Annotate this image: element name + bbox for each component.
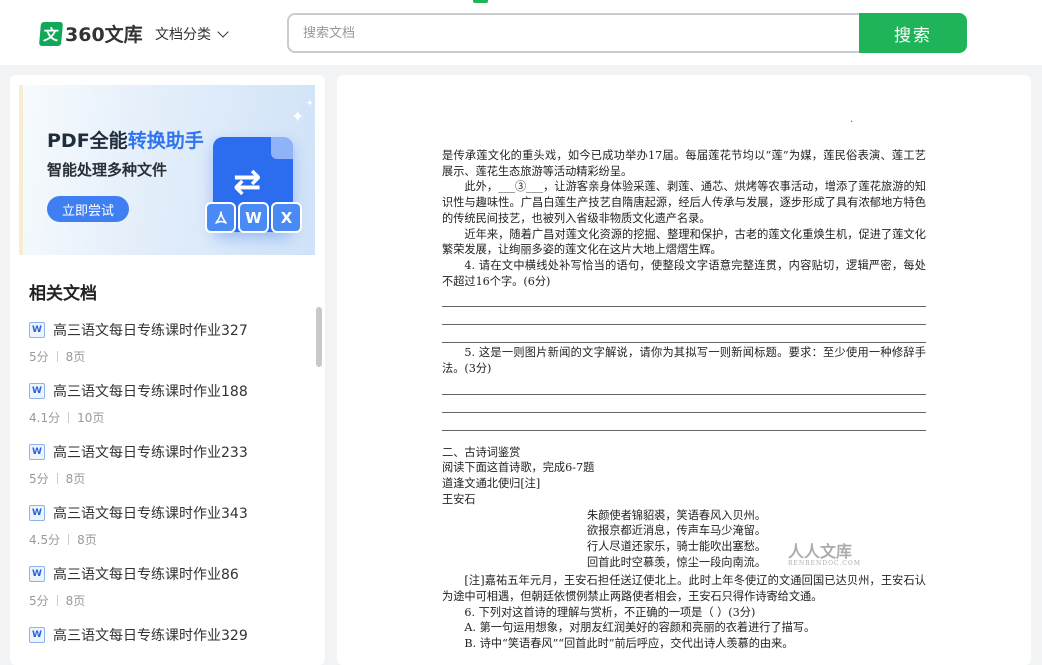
doc-pages: 8页	[77, 533, 97, 547]
poem-line: 欲报京都近消息，传声车马少淹留。	[587, 524, 767, 538]
word-icon: W	[238, 202, 269, 233]
doc-meta: 5分 8页	[29, 348, 85, 365]
doc-pages: 8页	[65, 594, 86, 608]
word-doc-icon: W	[29, 444, 45, 460]
top-indicator	[473, 0, 488, 3]
list-item[interactable]: W 高三语文每日专练课时作业327 5分 8页	[29, 317, 304, 378]
list-item[interactable]: W 高三语文每日专练课时作业86 5分 8页	[29, 561, 304, 622]
list-item[interactable]: W 高三语文每日专练课时作业343 4.5分 8页	[29, 500, 304, 561]
banner-title-prefix: PDF全能	[47, 130, 128, 152]
doc-score: 4.5分	[29, 533, 61, 547]
pdf-converter-banner[interactable]: PDF全能转换助手 智能处理多种文件 立即尝试 ✦ ✦ ⇄ W X	[19, 85, 315, 255]
doc-pages: 10页	[77, 411, 105, 425]
section-title: 二、古诗词鉴赏	[442, 445, 521, 459]
doc-title: 高三语文每日专练课时作业327	[53, 323, 248, 339]
doc-paragraph: 近年来，随着广昌对莲文化资源的挖掘、整理和保护，古老的莲文化重焕生机，促进了莲文…	[442, 227, 926, 257]
sidebar-scrollbar[interactable]	[316, 307, 322, 367]
banner-title-highlight: 转换助手	[127, 130, 204, 152]
logo-text: 360文库	[65, 24, 143, 46]
list-item[interactable]: W 高三语文每日专练课时作业329	[29, 622, 304, 665]
doc-score: 5分	[29, 472, 49, 486]
word-doc-icon: W	[29, 505, 45, 521]
answer-line	[442, 289, 926, 308]
category-dropdown[interactable]: 文档分类	[155, 24, 229, 44]
doc-score: 5分	[29, 350, 49, 364]
doc-meta: 4.5分 8页	[29, 531, 97, 548]
list-item[interactable]: W 高三语文每日专练课时作业188 4.1分 10页	[29, 378, 304, 439]
site-logo[interactable]: 文 360文库	[38, 20, 143, 47]
watermark-logo: 人人文库 RENRENDOC.COM	[788, 538, 861, 567]
poem-note: [注]嘉祐五年元月，王安石担任送辽使北上。此时上年冬使辽的文通回国已达贝州，王安…	[442, 574, 926, 604]
answer-line	[442, 307, 926, 326]
option-b: B. 诗中“笑语春风”“回首此时”前后呼应，交代出诗人羡慕的由来。	[464, 637, 794, 651]
poem-author: 王安石	[442, 492, 476, 506]
answer-line	[442, 377, 926, 395]
divider	[56, 351, 58, 362]
answer-line	[442, 325, 926, 344]
poem-line: 朱颜使者锦貂裘，笑语春风入贝州。	[587, 508, 767, 522]
page-dot: ·	[850, 117, 854, 128]
answer-line	[442, 395, 926, 413]
option-a: A. 第一句运用想象，对朋友红润美好的容颜和亮丽的衣着进行了描写。	[464, 621, 816, 635]
word-doc-icon: W	[29, 383, 45, 399]
related-docs-title: 相关文档	[29, 284, 97, 304]
doc-paragraph: 此外，___③___，让游客亲身体验采莲、剥莲、通芯、烘烤等农事活动，增添了莲花…	[442, 180, 926, 225]
search-button[interactable]: 搜索	[859, 13, 967, 53]
swap-arrows-icon: ⇄	[233, 162, 262, 202]
section-intro: 阅读下面这首诗歌，完成6-7题	[442, 461, 595, 475]
doc-meta: 4.1分 10页	[29, 409, 104, 426]
document-viewer: · 是传承莲文化的重头戏，如今已成功举办17届。每届莲花节均以“莲”为媒，莲民俗…	[337, 75, 1031, 665]
poem-title: 道逢文通北使归[注]	[442, 477, 541, 491]
watermark-subtext: RENRENDOC.COM	[788, 560, 861, 567]
top-header: 文 360文库 文档分类 搜索	[0, 0, 1042, 65]
question-5: 5. 这是一则图片新闻的文字解说，请你为其拟写一则新闻标题。要求：至少使用一种修…	[442, 346, 926, 376]
word-doc-icon: W	[29, 322, 45, 338]
divider	[68, 534, 70, 545]
pdf-icon	[205, 202, 236, 233]
excel-icon: X	[271, 202, 302, 233]
doc-pages: 8页	[65, 472, 86, 486]
doc-title: 高三语文每日专练课时作业329	[53, 628, 248, 644]
document-page: · 是传承莲文化的重头戏，如今已成功举办17届。每届莲花节均以“莲”为媒，莲民俗…	[442, 115, 926, 652]
doc-pages: 8页	[65, 350, 86, 364]
divider	[56, 595, 58, 606]
divider	[68, 412, 70, 423]
related-docs-list: W 高三语文每日专练课时作业327 5分 8页 W 高三语文每日专练课时作业188…	[29, 317, 304, 665]
answer-line	[442, 413, 926, 431]
sidebar: PDF全能转换助手 智能处理多种文件 立即尝试 ✦ ✦ ⇄ W X 相关文档 W…	[10, 75, 325, 665]
doc-meta: 5分 8页	[29, 470, 85, 487]
doc-title: 高三语文每日专练课时作业343	[53, 506, 248, 522]
doc-score: 4.1分	[29, 411, 61, 425]
doc-title: 高三语文每日专练课时作业233	[53, 445, 248, 461]
doc-score: 5分	[29, 594, 49, 608]
banner-subtitle: 智能处理多种文件	[47, 161, 168, 179]
try-now-button[interactable]: 立即尝试	[47, 196, 129, 222]
watermark-text: 人人文库	[788, 542, 853, 561]
word-doc-icon: W	[29, 627, 45, 643]
doc-title: 高三语文每日专练课时作业86	[53, 567, 239, 583]
banner-title: PDF全能转换助手	[47, 126, 204, 153]
sparkle-icon: ✦	[306, 99, 314, 109]
doc-meta: 5分 8页	[29, 592, 85, 609]
list-item[interactable]: W 高三语文每日专练课时作业233 5分 8页	[29, 439, 304, 500]
divider	[56, 473, 58, 484]
search-input[interactable]	[287, 13, 891, 53]
question-6: 6. 下列对这首诗的理解与赏析，不正确的一项是（ ）(3分)	[464, 605, 756, 619]
doc-title: 高三语文每日专练课时作业188	[53, 384, 248, 400]
logo-badge: 文	[38, 21, 64, 46]
doc-paragraph: 是传承莲文化的重头戏，如今已成功举办17届。每届莲花节均以“莲”为媒，莲民俗表演…	[442, 149, 926, 178]
category-label: 文档分类	[155, 27, 211, 43]
page-fold	[271, 137, 293, 159]
search-bar: 搜索	[287, 13, 967, 53]
word-doc-icon: W	[29, 566, 45, 582]
question-4: 4. 请在文中横线处补写恰当的语句，使整段文字语意完整连贯，内容贴切，逻辑严密，…	[442, 258, 926, 288]
sparkle-icon: ✦	[291, 107, 305, 126]
chevron-down-icon	[217, 26, 229, 38]
